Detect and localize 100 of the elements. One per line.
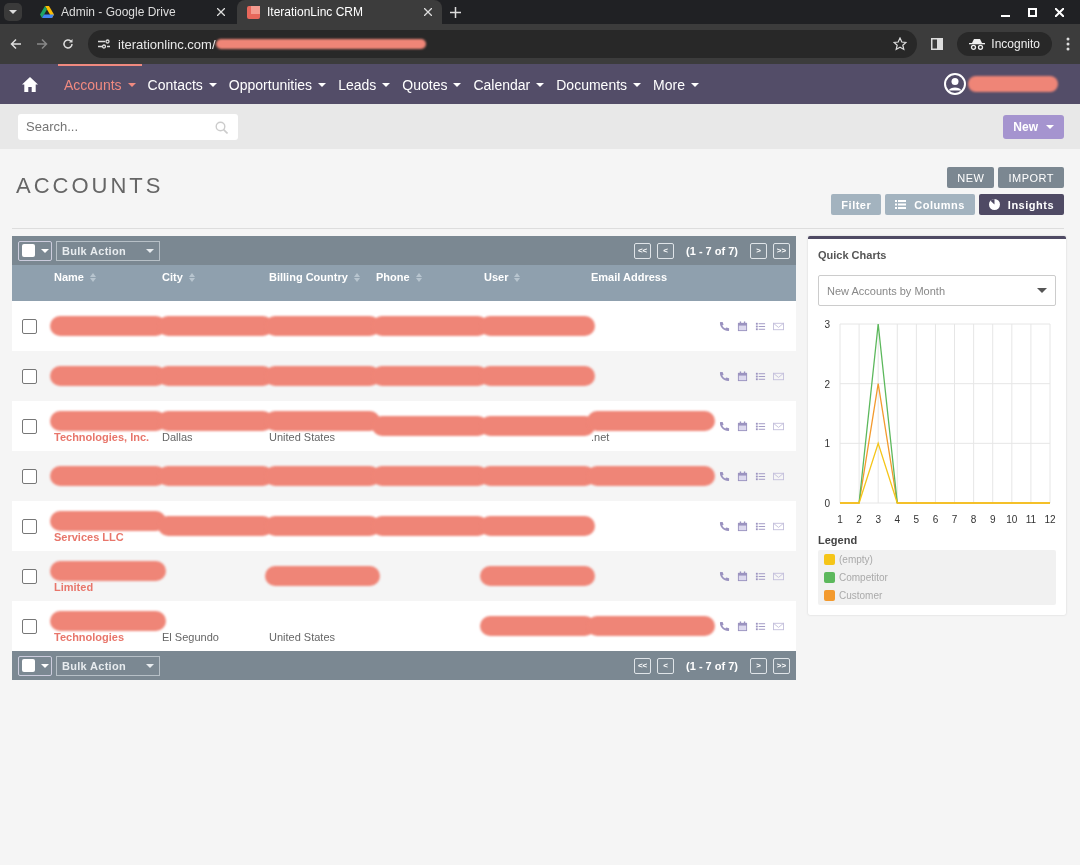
- nav-menu-item[interactable]: Contacts: [141, 64, 223, 104]
- calendar-icon[interactable]: [737, 370, 748, 382]
- tab-list-button[interactable]: [4, 3, 22, 21]
- envelope-icon[interactable]: [773, 520, 784, 532]
- calendar-icon[interactable]: [737, 420, 748, 432]
- back-icon[interactable]: [10, 38, 22, 50]
- action-button[interactable]: NEW: [947, 167, 995, 188]
- envelope-icon[interactable]: [773, 470, 784, 482]
- close-icon[interactable]: [217, 8, 225, 16]
- nav-menu-item[interactable]: Leads: [332, 64, 397, 104]
- row-checkbox[interactable]: [22, 568, 37, 584]
- pager-button[interactable]: >: [750, 657, 767, 674]
- pager-button[interactable]: >>: [773, 242, 790, 259]
- row-checkbox[interactable]: [22, 468, 37, 484]
- account-name-link[interactable]: Services LLC: [54, 531, 124, 543]
- search-field[interactable]: Search...: [18, 113, 238, 140]
- view-button[interactable]: Insights: [978, 194, 1064, 215]
- list-icon[interactable]: [755, 520, 766, 532]
- x-tick-label: 10: [1006, 514, 1018, 525]
- pager-button[interactable]: <: [657, 242, 675, 259]
- view-button[interactable]: Columns: [885, 194, 975, 215]
- phone-icon[interactable]: [719, 320, 730, 332]
- envelope-icon[interactable]: [773, 570, 784, 582]
- column-header[interactable]: Email Address: [591, 271, 711, 283]
- column-header[interactable]: User: [484, 271, 591, 283]
- incognito-badge[interactable]: Incognito: [957, 32, 1052, 56]
- pager-button[interactable]: >>: [773, 657, 790, 674]
- column-header[interactable]: Phone: [376, 271, 484, 283]
- select-all-checkbox[interactable]: [18, 240, 52, 261]
- home-icon[interactable]: [22, 76, 38, 92]
- user-avatar-icon[interactable]: [944, 73, 966, 95]
- pager-button[interactable]: >: [750, 242, 767, 259]
- account-name-link[interactable]: Technologies: [54, 631, 125, 643]
- account-name-link[interactable]: Limited: [54, 581, 94, 593]
- site-settings-icon[interactable]: [98, 39, 110, 49]
- incognito-icon: [969, 38, 986, 50]
- table-cell: United States: [269, 431, 336, 443]
- row-checkbox[interactable]: [22, 618, 37, 634]
- url-text: iterationlinc.com/: [118, 36, 216, 52]
- row-checkbox[interactable]: [22, 318, 37, 334]
- column-header[interactable]: City: [162, 271, 269, 283]
- column-header[interactable]: Billing Country: [269, 271, 376, 283]
- star-icon[interactable]: [893, 37, 908, 51]
- envelope-icon[interactable]: [773, 320, 784, 332]
- maximize-icon[interactable]: [1028, 7, 1037, 17]
- pager-button[interactable]: <: [657, 657, 675, 674]
- x-tick-label: 3: [875, 514, 881, 525]
- pager-button[interactable]: <<: [634, 242, 652, 259]
- action-button[interactable]: IMPORT: [998, 167, 1064, 188]
- phone-icon[interactable]: [719, 570, 730, 582]
- x-tick-label: 2: [856, 514, 862, 525]
- list-icon[interactable]: [755, 470, 766, 482]
- envelope-icon[interactable]: [773, 420, 784, 432]
- nav-menu-item[interactable]: Quotes: [396, 64, 468, 104]
- browser-tab[interactable]: IterationLinc CRM: [237, 0, 442, 24]
- nav-menu-item[interactable]: Documents: [550, 64, 648, 104]
- calendar-icon[interactable]: [737, 620, 748, 632]
- nav-menu-item[interactable]: Calendar: [467, 64, 551, 104]
- phone-icon[interactable]: [719, 370, 730, 382]
- select-all-checkbox[interactable]: [18, 655, 52, 676]
- nav-menu-item[interactable]: Opportunities: [222, 64, 333, 104]
- phone-icon[interactable]: [719, 470, 730, 482]
- x-tick-label: 9: [989, 514, 996, 525]
- row-checkbox[interactable]: [22, 418, 37, 434]
- phone-icon[interactable]: [719, 520, 730, 532]
- column-header[interactable]: Name: [54, 271, 162, 283]
- list-icon[interactable]: [755, 570, 766, 582]
- calendar-icon[interactable]: [737, 320, 748, 332]
- view-button[interactable]: Filter: [831, 194, 882, 215]
- reload-icon[interactable]: [62, 38, 74, 50]
- calendar-icon[interactable]: [737, 520, 748, 532]
- bulk-action-dropdown[interactable]: Bulk Action: [56, 240, 160, 261]
- envelope-icon[interactable]: [773, 370, 784, 382]
- nav-menu-item[interactable]: More: [647, 64, 705, 104]
- calendar-icon[interactable]: [737, 570, 748, 582]
- pager-button[interactable]: <<: [634, 657, 652, 674]
- row-checkbox[interactable]: [22, 518, 37, 534]
- list-icon[interactable]: [755, 370, 766, 382]
- more-icon[interactable]: [1066, 37, 1070, 51]
- list-icon[interactable]: [755, 320, 766, 332]
- new-tab-icon[interactable]: [450, 6, 461, 18]
- side-panel-icon[interactable]: [931, 38, 944, 50]
- sort-icon: [415, 272, 422, 282]
- phone-icon[interactable]: [719, 620, 730, 632]
- envelope-icon[interactable]: [773, 620, 784, 632]
- forward-icon[interactable]: [36, 38, 48, 50]
- close-icon[interactable]: [424, 8, 432, 16]
- calendar-icon[interactable]: [737, 470, 748, 482]
- address-bar[interactable]: iterationlinc.com/: [88, 30, 918, 58]
- drive-icon: [40, 6, 54, 18]
- list-icon[interactable]: [755, 620, 766, 632]
- bulk-action-dropdown[interactable]: Bulk Action: [56, 655, 160, 676]
- browser-tab[interactable]: Admin - Google Drive: [30, 0, 235, 24]
- list-icon[interactable]: [755, 420, 766, 432]
- account-name-link[interactable]: Technologies, Inc.: [54, 431, 150, 443]
- phone-icon[interactable]: [719, 420, 730, 432]
- row-checkbox[interactable]: [22, 368, 37, 384]
- chart-selector-dropdown[interactable]: New Accounts by Month: [818, 275, 1056, 306]
- pagination-count: (1 - 7 of 7): [686, 659, 738, 672]
- new-menu-button[interactable]: New: [1003, 114, 1064, 139]
